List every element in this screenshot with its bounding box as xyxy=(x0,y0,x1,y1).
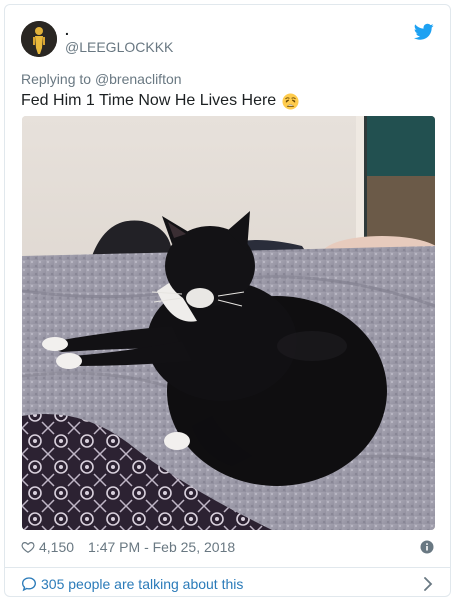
user-handle[interactable]: @LEEGLOCKKK xyxy=(65,39,173,55)
reply-prefix: Replying to xyxy=(21,71,92,87)
heart-icon[interactable] xyxy=(21,540,35,554)
conversation-link[interactable]: 305 people are talking about this xyxy=(21,573,434,595)
reply-context: Replying to @brenaclifton xyxy=(21,71,182,87)
speech-bubble-icon xyxy=(21,577,37,592)
tweet-timestamp[interactable]: 1:47 PM - Feb 25, 2018 xyxy=(88,539,235,555)
conversation-text[interactable]: 305 people are talking about this xyxy=(41,576,243,592)
display-name[interactable]: . xyxy=(65,23,69,37)
reply-mention-link[interactable]: @brenaclifton xyxy=(95,71,182,87)
tweet-photo[interactable] xyxy=(22,116,435,530)
tweet-meta: 4,150 1:47 PM - Feb 25, 2018 xyxy=(21,537,434,557)
embedded-tweet-card: . @LEEGLOCKKK Replying to @brenaclifton … xyxy=(4,4,451,597)
info-icon[interactable] xyxy=(420,540,434,554)
avatar[interactable] xyxy=(21,21,57,57)
cat-photo-icon xyxy=(22,116,435,530)
like-count[interactable]: 4,150 xyxy=(39,539,74,555)
chevron-right-icon[interactable] xyxy=(422,577,434,591)
tweet-header: . @LEEGLOCKKK xyxy=(21,21,434,57)
twitter-bird-icon[interactable] xyxy=(414,23,434,41)
weary-face-emoji-icon xyxy=(282,92,299,110)
divider xyxy=(5,567,450,568)
tweet-body: Fed Him 1 Time Now He Lives Here xyxy=(21,92,277,109)
tweet-text: Fed Him 1 Time Now He Lives Here xyxy=(21,91,299,111)
